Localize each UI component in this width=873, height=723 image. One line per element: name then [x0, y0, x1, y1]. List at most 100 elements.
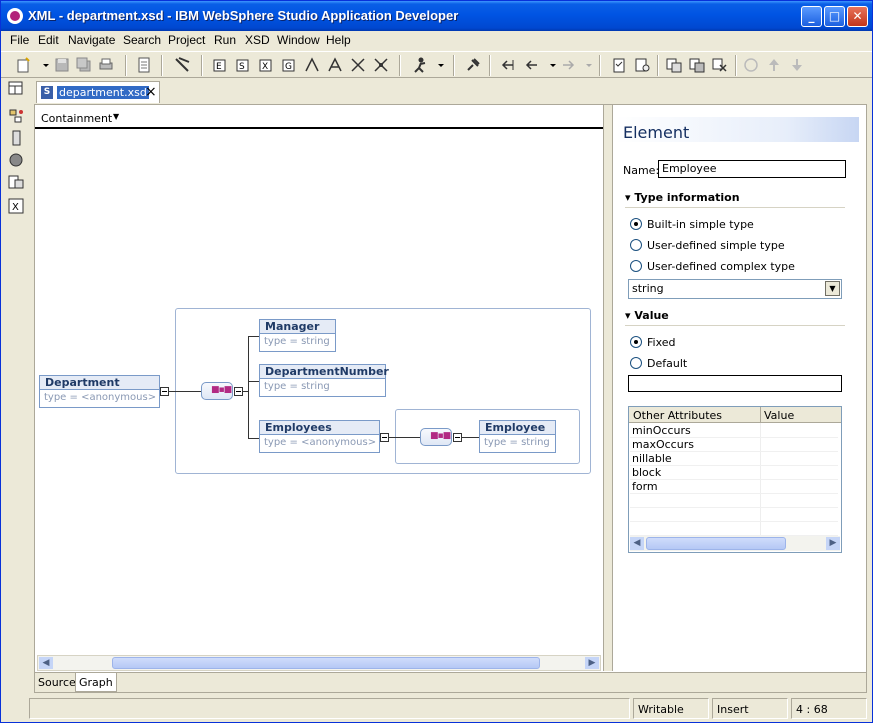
other-attributes-table[interactable]: Other Attributes Value minOccurs maxOccu…: [628, 406, 842, 553]
collapse-icon[interactable]: [380, 433, 389, 442]
paste-schema-icon[interactable]: [688, 56, 706, 74]
collapse-icon[interactable]: [453, 433, 462, 442]
radio-user-defined-simple-type[interactable]: [630, 239, 642, 251]
add-attribute-icon[interactable]: [303, 56, 321, 74]
add-simple-type-icon[interactable]: S: [234, 56, 252, 74]
new-dropdown-icon[interactable]: [37, 56, 49, 74]
pin-icon[interactable]: [464, 56, 482, 74]
horizontal-scrollbar[interactable]: ◀ ▶: [37, 655, 601, 671]
xml-perspective-icon[interactable]: X: [7, 197, 25, 215]
table-row[interactable]: form: [630, 480, 838, 494]
toolbar-separator: [125, 55, 127, 76]
menu-file[interactable]: File: [10, 33, 29, 47]
view-selector-dropdown-icon[interactable]: ▼: [113, 112, 119, 121]
validate-icon[interactable]: [173, 56, 191, 74]
add-attribute-group-icon[interactable]: [326, 56, 344, 74]
graph-canvas[interactable]: Department type = <anonymous> ■▪■ Manage…: [35, 131, 603, 657]
menu-xsd[interactable]: XSD: [245, 33, 270, 47]
element-manager[interactable]: Manager type = string: [259, 319, 336, 352]
menu-search[interactable]: Search: [123, 33, 161, 47]
menu-project[interactable]: Project: [168, 33, 205, 47]
view-selector[interactable]: Containment: [41, 112, 112, 125]
print-icon[interactable]: [97, 56, 115, 74]
forward-dropdown-icon[interactable]: [580, 56, 592, 74]
menu-edit[interactable]: Edit: [38, 33, 59, 47]
resource-perspective-icon[interactable]: [7, 107, 25, 125]
sequence-compositor-icon[interactable]: ■▪■: [201, 382, 233, 400]
column-header-value[interactable]: Value: [764, 409, 794, 422]
element-department-number[interactable]: DepartmentNumber type = string: [259, 364, 389, 397]
value-field[interactable]: [628, 375, 842, 392]
scroll-left-icon[interactable]: ◀: [39, 657, 53, 669]
collapse-icon[interactable]: [234, 387, 243, 396]
table-row[interactable]: [630, 522, 838, 536]
run-icon[interactable]: [411, 56, 429, 74]
type-section-toggle[interactable]: ▾ Type information: [625, 191, 740, 204]
collapse-icon[interactable]: [160, 387, 169, 396]
table-row[interactable]: block: [630, 466, 838, 480]
add-group-icon[interactable]: G: [280, 56, 298, 74]
tab-graph[interactable]: Graph: [75, 673, 117, 692]
move-up-icon[interactable]: [765, 56, 783, 74]
last-edit-icon[interactable]: [499, 56, 517, 74]
add-include-icon[interactable]: [372, 56, 390, 74]
run-dropdown-icon[interactable]: [432, 56, 444, 74]
menu-run[interactable]: Run: [214, 33, 236, 47]
minimize-button[interactable]: _: [801, 6, 822, 27]
window-title: XML - department.xsd - IBM WebSphere Stu…: [28, 8, 459, 23]
value-section-toggle[interactable]: ▾ Value: [625, 309, 669, 322]
radio-fixed[interactable]: [630, 336, 642, 348]
web-perspective-icon[interactable]: [7, 151, 25, 169]
scroll-thumb[interactable]: [646, 537, 786, 550]
type-select[interactable]: string ▼: [628, 279, 842, 299]
table-horizontal-scrollbar[interactable]: ◀ ▶: [630, 536, 840, 551]
name-field[interactable]: Employee: [658, 160, 846, 178]
table-row[interactable]: [630, 508, 838, 522]
table-row[interactable]: [630, 494, 838, 508]
close-tab-icon[interactable]: ×: [145, 84, 157, 100]
server-perspective-icon[interactable]: [7, 129, 25, 147]
open-file-icon[interactable]: [135, 56, 153, 74]
scroll-thumb[interactable]: [112, 657, 540, 669]
new-wizard-icon[interactable]: [15, 56, 33, 74]
save-icon[interactable]: [53, 56, 71, 74]
column-header-attribute[interactable]: Other Attributes: [633, 409, 722, 422]
element-department[interactable]: Department type = <anonymous>: [39, 375, 160, 408]
table-row[interactable]: nillable: [630, 452, 838, 466]
forward-icon[interactable]: [559, 56, 577, 74]
radio-built-in-simple-type[interactable]: [630, 218, 642, 230]
add-notation-icon[interactable]: [349, 56, 367, 74]
radio-default[interactable]: [630, 357, 642, 369]
copy-schema-icon[interactable]: [665, 56, 683, 74]
menu-navigate[interactable]: Navigate: [68, 33, 115, 47]
generate-html-icon[interactable]: [633, 56, 651, 74]
menu-window[interactable]: Window: [277, 33, 320, 47]
close-button[interactable]: ✕: [847, 6, 868, 27]
radio-user-defined-complex-type[interactable]: [630, 260, 642, 272]
back-dropdown-icon[interactable]: [544, 56, 556, 74]
save-all-icon[interactable]: [75, 56, 93, 74]
add-element-icon[interactable]: E: [211, 56, 229, 74]
disabled-action-icon[interactable]: [742, 56, 760, 74]
back-icon[interactable]: [523, 56, 541, 74]
tab-department-xsd[interactable]: S department.xsd ×: [36, 81, 160, 103]
menu-help[interactable]: Help: [326, 33, 351, 47]
open-perspective-icon[interactable]: [7, 79, 25, 97]
table-row[interactable]: minOccurs: [630, 424, 838, 438]
scroll-right-icon[interactable]: ▶: [585, 657, 599, 669]
scroll-left-icon[interactable]: ◀: [630, 537, 644, 550]
tab-source[interactable]: Source: [35, 673, 79, 692]
table-row[interactable]: maxOccurs: [630, 438, 838, 452]
sequence-compositor-icon[interactable]: ■▪■: [420, 428, 452, 446]
delete-schema-icon[interactable]: [711, 56, 729, 74]
pane-divider[interactable]: [603, 105, 613, 671]
element-employees[interactable]: Employees type = <anonymous>: [259, 420, 380, 453]
data-perspective-icon[interactable]: [7, 173, 25, 191]
add-complex-type-icon[interactable]: X: [257, 56, 275, 74]
generate-icon[interactable]: [610, 56, 628, 74]
maximize-button[interactable]: □: [824, 6, 845, 27]
element-employee[interactable]: Employee type = string: [479, 420, 556, 453]
chevron-down-icon[interactable]: ▼: [825, 281, 840, 296]
scroll-right-icon[interactable]: ▶: [826, 537, 840, 550]
move-down-icon[interactable]: [788, 56, 806, 74]
